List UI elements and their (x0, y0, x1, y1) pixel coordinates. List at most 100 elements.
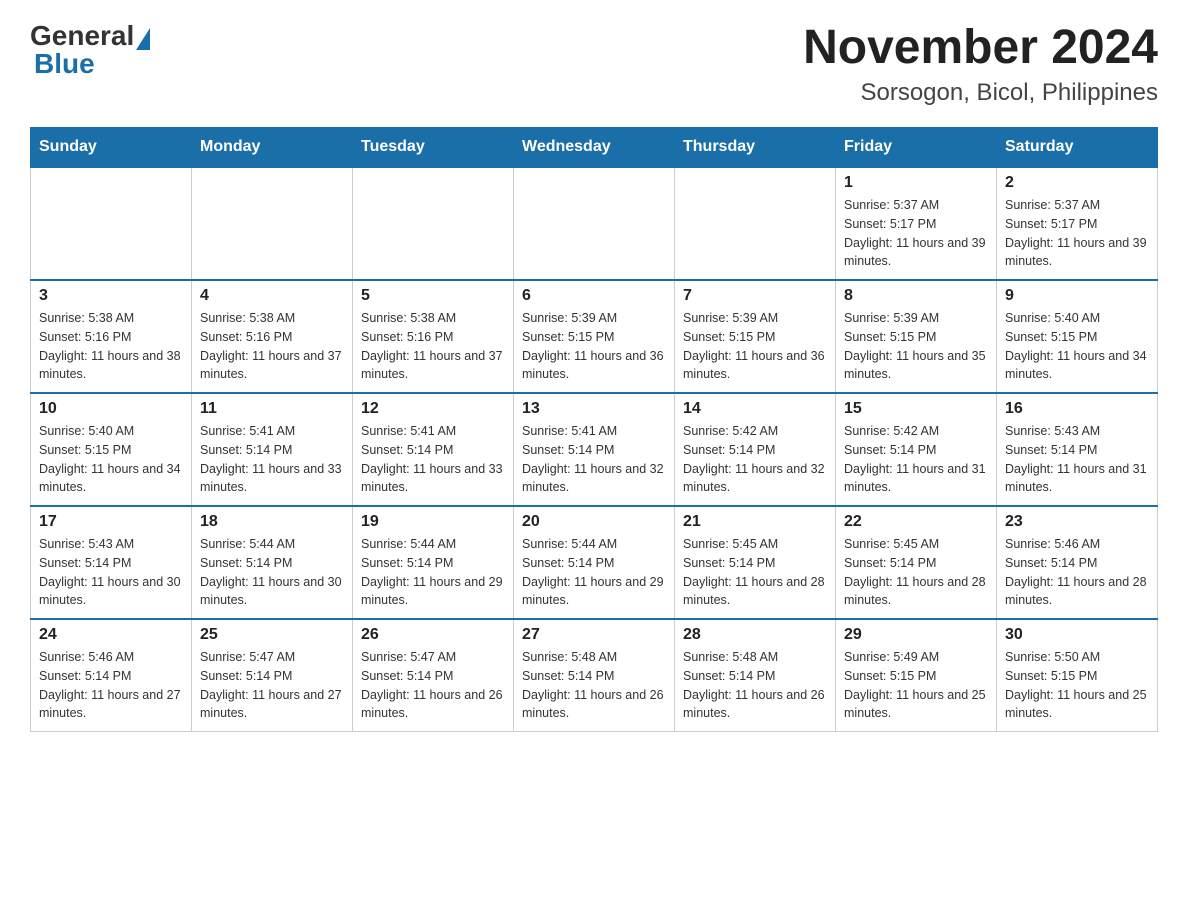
calendar-cell: 30 Sunrise: 5:50 AMSunset: 5:15 PMDayligh… (997, 619, 1158, 732)
day-number: 28 (683, 626, 827, 644)
calendar-cell: 27 Sunrise: 5:48 AMSunset: 5:14 PMDayligh… (514, 619, 675, 732)
calendar-cell (192, 167, 353, 280)
day-number: 23 (1005, 513, 1149, 531)
day-info: Sunrise: 5:50 AMSunset: 5:15 PMDaylight:… (1005, 648, 1149, 723)
calendar-cell: 26Sunrise: 5:47 AMSunset: 5:14 PMDayligh… (353, 619, 514, 732)
day-number: 16 (1005, 400, 1149, 418)
day-info: Sunrise: 5:44 AMSunset: 5:14 PMDaylight:… (200, 535, 344, 610)
calendar-cell: 29Sunrise: 5:49 AMSunset: 5:15 PMDayligh… (836, 619, 997, 732)
day-info: Sunrise: 5:37 AMSunset: 5:17 PMDaylight:… (1005, 196, 1149, 271)
day-header-friday: Friday (836, 128, 997, 168)
day-info: Sunrise: 5:39 AMSunset: 5:15 PMDaylight:… (522, 309, 666, 384)
calendar-cell: 6 Sunrise: 5:39 AMSunset: 5:15 PMDaylight… (514, 280, 675, 393)
calendar-cell: 17 Sunrise: 5:43 AMSunset: 5:14 PMDayligh… (31, 506, 192, 619)
day-info: Sunrise: 5:42 AMSunset: 5:14 PMDaylight:… (844, 422, 988, 497)
calendar-cell: 19 Sunrise: 5:44 AMSunset: 5:14 PMDayligh… (353, 506, 514, 619)
calendar-cell: 10 Sunrise: 5:40 AMSunset: 5:15 PMDayligh… (31, 393, 192, 506)
day-info: Sunrise: 5:47 AMSunset: 5:14 PMDaylight:… (361, 648, 505, 723)
calendar-cell: 28 Sunrise: 5:48 AMSunset: 5:14 PMDayligh… (675, 619, 836, 732)
calendar-cell: 7Sunrise: 5:39 AMSunset: 5:15 PMDaylight… (675, 280, 836, 393)
day-number: 2 (1005, 174, 1149, 192)
calendar-cell (353, 167, 514, 280)
calendar-cell: 13 Sunrise: 5:41 AMSunset: 5:14 PMDayligh… (514, 393, 675, 506)
logo-triangle-icon (136, 28, 150, 50)
calendar-cell: 25Sunrise: 5:47 AMSunset: 5:14 PMDayligh… (192, 619, 353, 732)
day-number: 1 (844, 174, 988, 192)
calendar-cell: 23 Sunrise: 5:46 AMSunset: 5:14 PMDayligh… (997, 506, 1158, 619)
calendar-cell: 2 Sunrise: 5:37 AMSunset: 5:17 PMDaylight… (997, 167, 1158, 280)
day-number: 14 (683, 400, 827, 418)
page-header: General Blue November 2024 Sorsogon, Bic… (30, 20, 1158, 107)
day-info: Sunrise: 5:41 AMSunset: 5:14 PMDaylight:… (361, 422, 505, 497)
day-number: 15 (844, 400, 988, 418)
calendar-cell: 21Sunrise: 5:45 AMSunset: 5:14 PMDayligh… (675, 506, 836, 619)
calendar-cell: 18Sunrise: 5:44 AMSunset: 5:14 PMDayligh… (192, 506, 353, 619)
day-info: Sunrise: 5:38 AMSunset: 5:16 PMDaylight:… (200, 309, 344, 384)
day-number: 17 (39, 513, 183, 531)
day-info: Sunrise: 5:43 AMSunset: 5:14 PMDaylight:… (39, 535, 183, 610)
day-info: Sunrise: 5:39 AMSunset: 5:15 PMDaylight:… (844, 309, 988, 384)
week-row-5: 24 Sunrise: 5:46 AMSunset: 5:14 PMDayligh… (31, 619, 1158, 732)
day-header-wednesday: Wednesday (514, 128, 675, 168)
calendar-cell: 4 Sunrise: 5:38 AMSunset: 5:16 PMDaylight… (192, 280, 353, 393)
day-number: 3 (39, 287, 183, 305)
week-row-3: 10 Sunrise: 5:40 AMSunset: 5:15 PMDayligh… (31, 393, 1158, 506)
day-header-monday: Monday (192, 128, 353, 168)
day-info: Sunrise: 5:49 AMSunset: 5:15 PMDaylight:… (844, 648, 988, 723)
day-number: 10 (39, 400, 183, 418)
calendar-header-row: SundayMondayTuesdayWednesdayThursdayFrid… (31, 128, 1158, 168)
day-info: Sunrise: 5:38 AMSunset: 5:16 PMDaylight:… (39, 309, 183, 384)
title-section: November 2024 Sorsogon, Bicol, Philippin… (803, 20, 1158, 107)
day-number: 6 (522, 287, 666, 305)
calendar-cell: 5 Sunrise: 5:38 AMSunset: 5:16 PMDaylight… (353, 280, 514, 393)
day-info: Sunrise: 5:44 AMSunset: 5:14 PMDaylight:… (361, 535, 505, 610)
logo-blue-text: Blue (34, 48, 150, 80)
day-number: 11 (200, 400, 344, 418)
day-info: Sunrise: 5:45 AMSunset: 5:14 PMDaylight:… (683, 535, 827, 610)
calendar-cell: 22 Sunrise: 5:45 AMSunset: 5:14 PMDayligh… (836, 506, 997, 619)
calendar-cell: 9Sunrise: 5:40 AMSunset: 5:15 PMDaylight… (997, 280, 1158, 393)
day-number: 5 (361, 287, 505, 305)
day-number: 24 (39, 626, 183, 644)
calendar-cell (31, 167, 192, 280)
calendar-cell (675, 167, 836, 280)
day-number: 30 (1005, 626, 1149, 644)
calendar-cell: 15 Sunrise: 5:42 AMSunset: 5:14 PMDayligh… (836, 393, 997, 506)
calendar-cell: 16Sunrise: 5:43 AMSunset: 5:14 PMDayligh… (997, 393, 1158, 506)
day-info: Sunrise: 5:48 AMSunset: 5:14 PMDaylight:… (522, 648, 666, 723)
logo: General Blue (30, 20, 150, 80)
calendar-table: SundayMondayTuesdayWednesdayThursdayFrid… (30, 127, 1158, 732)
day-info: Sunrise: 5:46 AMSunset: 5:14 PMDaylight:… (1005, 535, 1149, 610)
day-number: 12 (361, 400, 505, 418)
day-info: Sunrise: 5:37 AMSunset: 5:17 PMDaylight:… (844, 196, 988, 271)
day-number: 9 (1005, 287, 1149, 305)
day-header-saturday: Saturday (997, 128, 1158, 168)
day-header-tuesday: Tuesday (353, 128, 514, 168)
day-number: 27 (522, 626, 666, 644)
day-info: Sunrise: 5:44 AMSunset: 5:14 PMDaylight:… (522, 535, 666, 610)
day-info: Sunrise: 5:42 AMSunset: 5:14 PMDaylight:… (683, 422, 827, 497)
day-number: 22 (844, 513, 988, 531)
day-info: Sunrise: 5:46 AMSunset: 5:14 PMDaylight:… (39, 648, 183, 723)
day-number: 19 (361, 513, 505, 531)
week-row-2: 3 Sunrise: 5:38 AMSunset: 5:16 PMDaylight… (31, 280, 1158, 393)
day-info: Sunrise: 5:40 AMSunset: 5:15 PMDaylight:… (39, 422, 183, 497)
day-info: Sunrise: 5:48 AMSunset: 5:14 PMDaylight:… (683, 648, 827, 723)
calendar-cell: 1 Sunrise: 5:37 AMSunset: 5:17 PMDaylight… (836, 167, 997, 280)
week-row-4: 17 Sunrise: 5:43 AMSunset: 5:14 PMDayligh… (31, 506, 1158, 619)
day-info: Sunrise: 5:45 AMSunset: 5:14 PMDaylight:… (844, 535, 988, 610)
day-info: Sunrise: 5:41 AMSunset: 5:14 PMDaylight:… (200, 422, 344, 497)
logo-general-text: General (30, 20, 134, 51)
day-info: Sunrise: 5:38 AMSunset: 5:16 PMDaylight:… (361, 309, 505, 384)
day-number: 4 (200, 287, 344, 305)
calendar-title: November 2024 (803, 20, 1158, 75)
day-info: Sunrise: 5:41 AMSunset: 5:14 PMDaylight:… (522, 422, 666, 497)
calendar-cell: 11 Sunrise: 5:41 AMSunset: 5:14 PMDayligh… (192, 393, 353, 506)
calendar-cell: 20 Sunrise: 5:44 AMSunset: 5:14 PMDayligh… (514, 506, 675, 619)
calendar-cell: 8Sunrise: 5:39 AMSunset: 5:15 PMDaylight… (836, 280, 997, 393)
calendar-cell: 14 Sunrise: 5:42 AMSunset: 5:14 PMDayligh… (675, 393, 836, 506)
calendar-cell: 12 Sunrise: 5:41 AMSunset: 5:14 PMDayligh… (353, 393, 514, 506)
day-number: 13 (522, 400, 666, 418)
day-number: 20 (522, 513, 666, 531)
day-info: Sunrise: 5:39 AMSunset: 5:15 PMDaylight:… (683, 309, 827, 384)
